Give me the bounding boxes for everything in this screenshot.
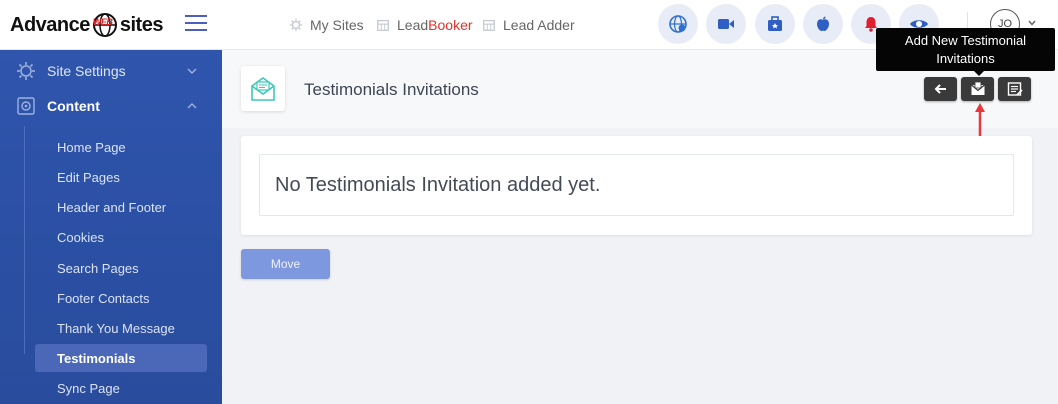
sidebar-item-thank-you-message[interactable]: Thank You Message — [35, 314, 207, 342]
logo-globe-icon: WEB — [91, 11, 119, 39]
sidebar-section-label: Content — [47, 98, 100, 114]
sidebar-item-home-page[interactable]: Home Page — [35, 133, 207, 161]
video-button[interactable] — [706, 4, 746, 44]
chevron-down-icon — [187, 68, 197, 74]
back-button[interactable] — [924, 77, 957, 101]
envelope-add-icon — [970, 81, 985, 95]
nav-leadbooker-label-b: Booker — [428, 17, 473, 33]
nav-lead-adder-label: Lead Adder — [503, 17, 575, 33]
tooltip-caret — [973, 70, 985, 76]
tooltip-line-2: Invitations — [936, 50, 995, 66]
sidebar-item-footer-contacts[interactable]: Footer Contacts — [35, 284, 207, 312]
nav-leadbooker-label-a: Lead — [397, 17, 429, 33]
video-icon — [718, 19, 734, 29]
logo-mid: WEB — [92, 17, 113, 27]
sidebar-item-header-and-footer[interactable]: Header and Footer — [35, 193, 207, 221]
gear-icon — [17, 62, 35, 80]
sidebar-item-search-pages[interactable]: Search Pages — [35, 254, 207, 282]
list-button[interactable] — [998, 77, 1031, 101]
logo-prefix: Advance — [10, 13, 90, 36]
tooltip: Add New Testimonial Invitations — [876, 28, 1055, 71]
sidebar-item-sync-page[interactable]: Sync Page — [35, 374, 207, 402]
nav-my-sites[interactable]: My Sites — [289, 15, 364, 35]
logo-suffix: sites — [119, 13, 164, 36]
page-icon — [241, 66, 285, 111]
sidebar-item-edit-pages[interactable]: Edit Pages — [35, 163, 207, 191]
briefcase-button[interactable] — [755, 4, 795, 44]
globe-gear-icon — [669, 15, 687, 33]
logo[interactable]: Advance WEB sites — [10, 10, 163, 40]
sidebar-section-content[interactable]: Content — [0, 89, 222, 123]
briefcase-icon — [768, 16, 782, 31]
nav-my-sites-label: My Sites — [310, 17, 364, 33]
nav-lead-adder[interactable]: Lead Adder — [482, 15, 575, 35]
empty-state-message: No Testimonials Invitation added yet. — [259, 154, 1014, 216]
calendar-icon — [377, 20, 389, 31]
apple-button[interactable] — [803, 4, 843, 44]
sidebar-item-testimonials[interactable]: Testimonials — [35, 344, 207, 372]
sidebar-section-label: Site Settings — [47, 63, 126, 79]
sidebar-tree-line — [24, 126, 25, 354]
chevron-down-icon[interactable] — [1027, 18, 1037, 28]
apple-icon — [817, 16, 829, 31]
sidebar: Site Settings Content Home Page Edit Pag… — [0, 50, 222, 404]
menu-toggle-icon[interactable] — [185, 15, 207, 33]
nav-leadbooker[interactable]: Lead Booker — [376, 15, 473, 35]
sidebar-section-site-settings[interactable]: Site Settings — [0, 54, 222, 88]
calendar-icon — [483, 20, 495, 31]
envelope-open-icon — [251, 76, 275, 101]
move-button[interactable]: Move — [241, 249, 330, 279]
chevron-up-icon — [187, 103, 197, 109]
content-icon — [17, 97, 35, 115]
arrow-left-icon — [934, 84, 946, 94]
notes-icon — [1007, 82, 1023, 96]
sidebar-item-cookies[interactable]: Cookies — [35, 223, 207, 251]
tooltip-line-1: Add New Testimonial — [904, 32, 1027, 48]
page-title: Testimonials Invitations — [304, 80, 479, 99]
globe-settings-button[interactable] — [658, 4, 698, 44]
add-invitation-button[interactable] — [961, 77, 994, 101]
gear-icon — [289, 18, 303, 32]
